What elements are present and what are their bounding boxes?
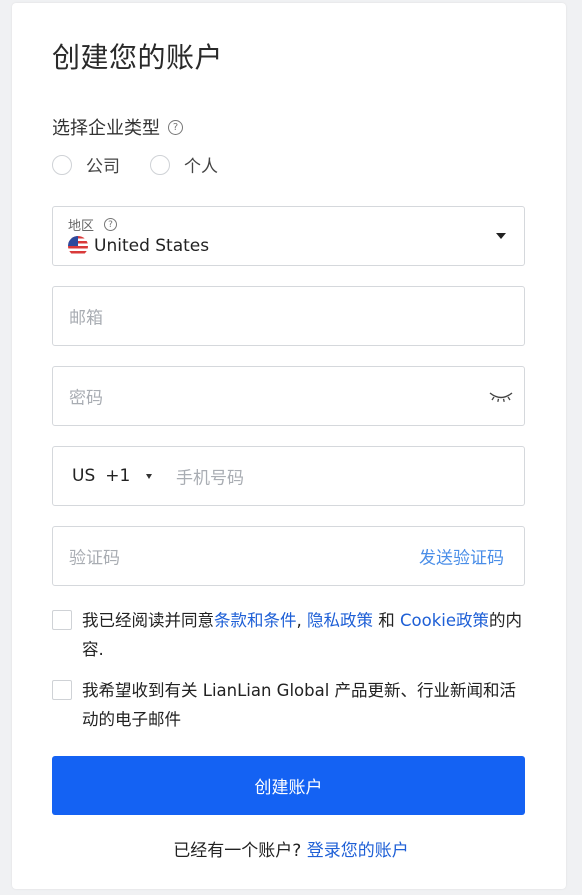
radio-individual-label: 个人 — [184, 157, 218, 177]
marketing-text: 我希望收到有关 LianLian Global 产品更新、行业新闻和活动的电子邮… — [82, 681, 517, 729]
send-code-button[interactable]: 发送验证码 — [419, 544, 504, 569]
email-field[interactable]: 邮箱 — [52, 286, 525, 346]
region-value-text: United States — [94, 236, 210, 256]
verification-placeholder: 验证码 — [69, 548, 120, 569]
login-question: 已经有一个账户? — [173, 841, 307, 861]
eye-closed-icon[interactable] — [488, 387, 514, 405]
login-prompt: 已经有一个账户? 登录您的账户 — [0, 836, 582, 861]
business-type-label-text: 选择企业类型 — [52, 118, 160, 139]
caret-down-icon[interactable] — [496, 233, 506, 239]
phone-field[interactable]: US +1 手机号码 — [52, 446, 525, 506]
email-placeholder: 邮箱 — [69, 308, 103, 329]
radio-circle-individual[interactable] — [150, 154, 170, 175]
country-code-select[interactable]: US +1 — [72, 466, 153, 486]
terms-and: 和 — [373, 611, 400, 630]
business-type-label: 选择企业类型 ? — [52, 114, 183, 140]
marketing-checkbox[interactable] — [52, 680, 72, 700]
region-value: United States — [68, 236, 209, 256]
radio-individual[interactable]: 个人 — [150, 152, 218, 177]
terms-text: 我已经阅读并同意条款和条件, 隐私政策 和 Cookie政策的内容. — [82, 606, 527, 664]
phone-placeholder: 手机号码 — [176, 468, 244, 489]
caret-down-icon[interactable] — [146, 473, 153, 479]
business-type-radio-group: 公司 个人 — [52, 152, 248, 177]
terms-link[interactable]: 条款和条件 — [214, 611, 297, 630]
question-circle-icon[interactable]: ? — [104, 218, 118, 231]
cookie-link[interactable]: Cookie政策 — [400, 611, 489, 630]
region-label: 地区 ? — [68, 215, 118, 234]
region-label-text: 地区 — [68, 219, 95, 234]
radio-company[interactable]: 公司 — [52, 152, 120, 177]
country-code: US — [72, 466, 96, 486]
privacy-link[interactable]: 隐私政策 — [307, 611, 373, 630]
password-field[interactable]: 密码 — [52, 366, 525, 426]
create-account-button[interactable]: 创建账户 — [52, 756, 525, 815]
question-circle-icon[interactable]: ? — [168, 119, 183, 135]
terms-agreement: 我已经阅读并同意条款和条件, 隐私政策 和 Cookie政策的内容. — [52, 606, 527, 664]
login-link[interactable]: 登录您的账户 — [307, 841, 409, 861]
verification-code-field[interactable]: 验证码 发送验证码 — [52, 526, 525, 586]
radio-circle-company[interactable] — [52, 154, 72, 175]
radio-company-label: 公司 — [86, 157, 120, 177]
terms-separator: , — [296, 611, 307, 630]
us-flag-icon — [68, 236, 88, 256]
terms-prefix: 我已经阅读并同意 — [82, 611, 214, 630]
dial-code: +1 — [105, 466, 131, 486]
region-select[interactable]: 地区 ? United States — [52, 206, 525, 266]
terms-checkbox[interactable] — [52, 610, 72, 630]
password-placeholder: 密码 — [69, 388, 103, 409]
page-title: 创建您的账户 — [52, 41, 224, 74]
marketing-consent: 我希望收到有关 LianLian Global 产品更新、行业新闻和活动的电子邮… — [52, 676, 527, 734]
